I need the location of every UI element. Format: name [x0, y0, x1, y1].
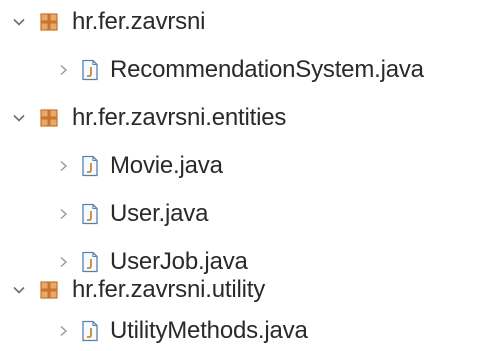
file-name: Movie.java [110, 152, 223, 179]
java-file-icon [80, 155, 100, 177]
package-icon [38, 279, 60, 301]
tree-item-package[interactable]: hr.fer.zavrsni.utility [8, 270, 265, 310]
chevron-down-icon[interactable] [8, 279, 30, 301]
java-file-icon [80, 59, 100, 81]
tree-item-package[interactable]: hr.fer.zavrsni [8, 2, 205, 42]
file-name: UtilityMethods.java [110, 317, 308, 344]
tree-item-file[interactable]: UtilityMethods.java [52, 311, 308, 351]
java-file-icon [80, 320, 100, 342]
package-explorer-tree: hr.fer.zavrsni RecommendationSystem.java [0, 0, 502, 351]
java-file-icon [80, 203, 100, 225]
package-name: hr.fer.zavrsni.utility [72, 276, 266, 303]
chevron-right-icon[interactable] [52, 203, 74, 225]
tree-item-package[interactable]: hr.fer.zavrsni.entities [8, 98, 286, 138]
package-icon [38, 11, 60, 33]
chevron-right-icon[interactable] [52, 155, 74, 177]
package-icon [38, 107, 60, 129]
chevron-down-icon[interactable] [8, 107, 30, 129]
chevron-right-icon[interactable] [52, 59, 74, 81]
file-name: User.java [110, 200, 209, 227]
chevron-right-icon[interactable] [52, 320, 74, 342]
tree-item-file[interactable]: User.java [52, 194, 208, 234]
chevron-down-icon[interactable] [8, 11, 30, 33]
package-name: hr.fer.zavrsni.entities [72, 104, 287, 131]
file-name: RecommendationSystem.java [110, 56, 424, 83]
package-name: hr.fer.zavrsni [72, 8, 206, 35]
tree-item-file[interactable]: RecommendationSystem.java [52, 50, 424, 90]
tree-item-file[interactable]: Movie.java [52, 146, 223, 186]
